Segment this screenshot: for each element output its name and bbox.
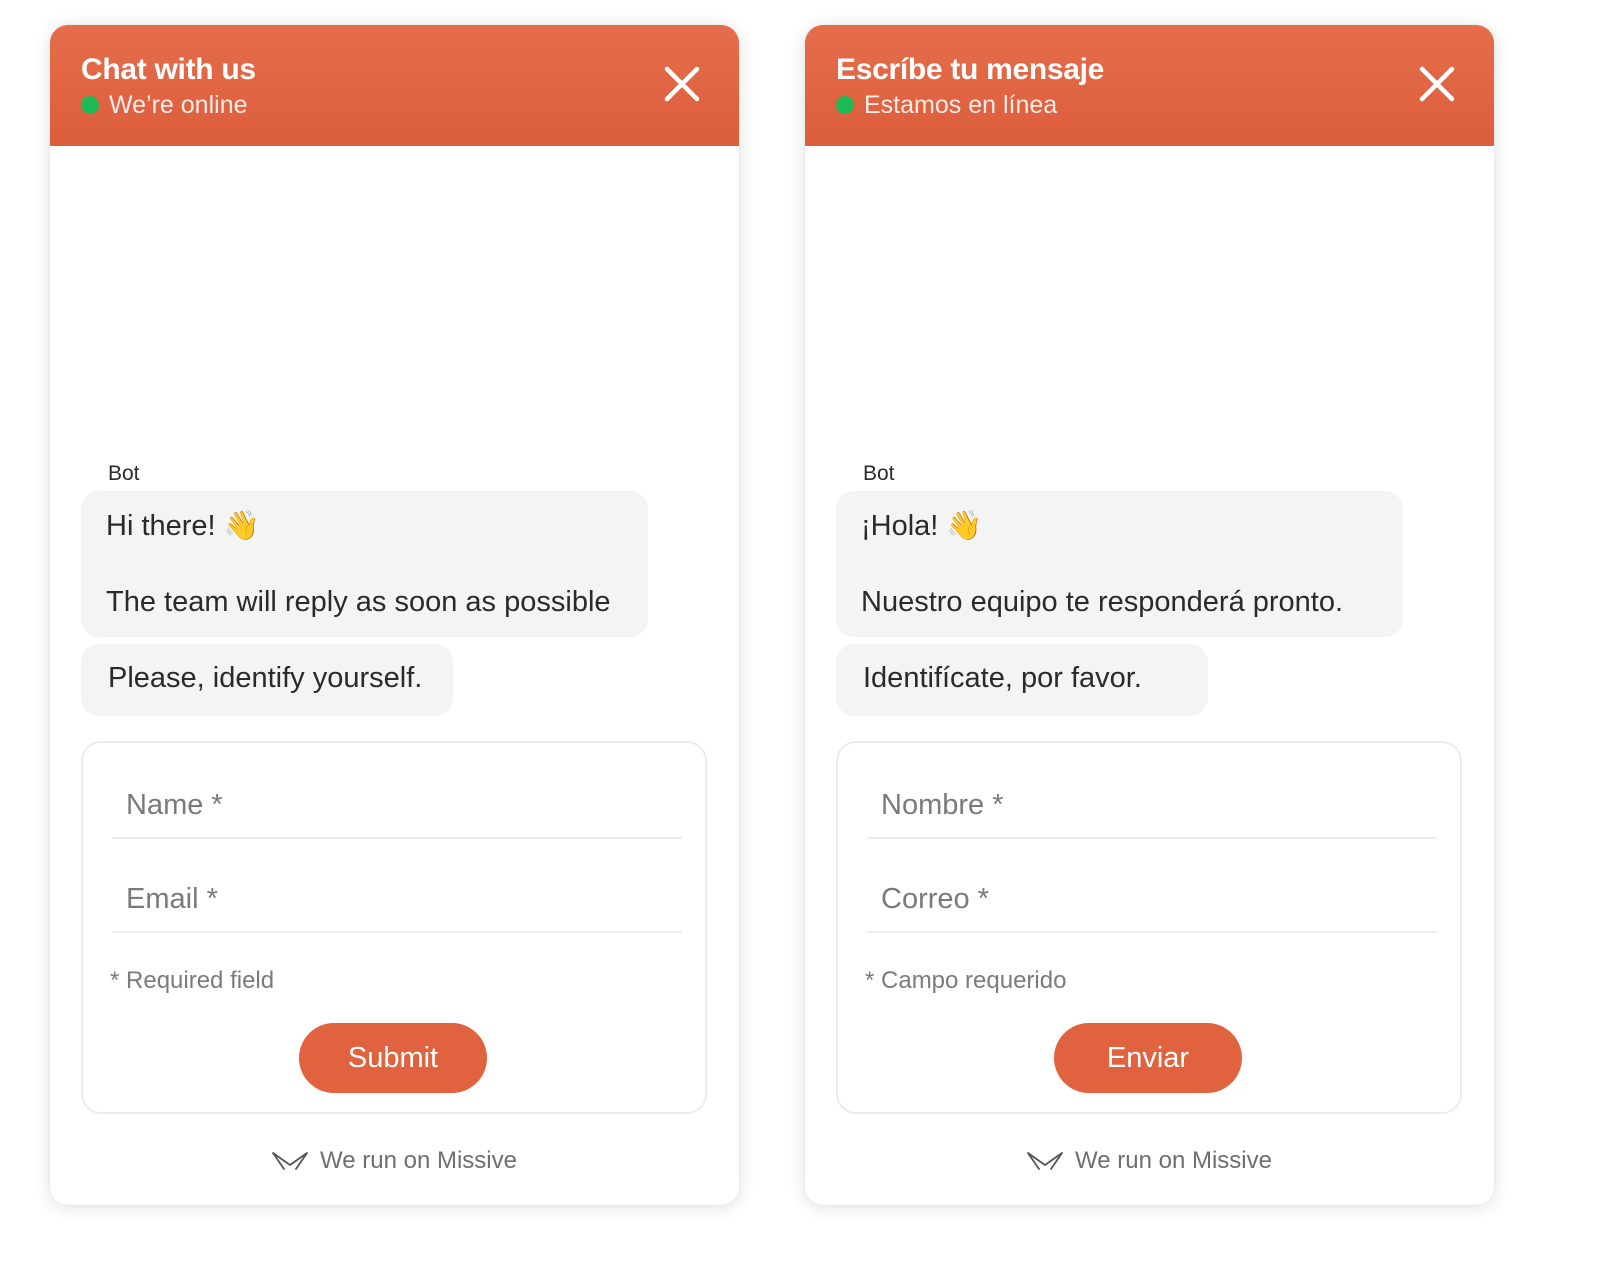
- greeting-text: ¡Hola! 👋: [861, 510, 983, 542]
- required-field-note: * Required field: [110, 967, 275, 994]
- online-status-dot: [836, 96, 854, 114]
- identify-prompt-text: Identifícate, por favor.: [863, 662, 1142, 694]
- chat-header: Escríbe tu mensaje Estamos en línea: [805, 25, 1494, 146]
- missive-logo-icon: [1027, 1152, 1063, 1170]
- email-field-wrapper: [867, 863, 1437, 933]
- email-input[interactable]: [112, 863, 682, 931]
- submit-button[interactable]: Submit: [299, 1023, 487, 1093]
- email-field-wrapper: [112, 863, 682, 933]
- submit-button[interactable]: Enviar: [1054, 1023, 1242, 1093]
- message-author: Bot: [863, 462, 895, 485]
- close-icon: [1419, 66, 1455, 102]
- identify-prompt-text: Please, identify yourself.: [108, 662, 423, 694]
- close-button[interactable]: [663, 65, 701, 103]
- powered-by-text: We run on Missive: [1075, 1147, 1272, 1174]
- bot-message-bubble: ¡Hola! 👋 Nuestro equipo te responderá pr…: [836, 491, 1403, 637]
- email-input[interactable]: [867, 863, 1437, 931]
- chat-title: Chat with us: [81, 53, 256, 86]
- name-input[interactable]: [112, 769, 682, 837]
- name-field-wrapper: [867, 769, 1437, 839]
- name-input[interactable]: [867, 769, 1437, 837]
- online-status-text: We’re online: [109, 91, 248, 119]
- required-field-note: * Campo requerido: [865, 967, 1067, 994]
- reply-info-text: Nuestro equipo te responderá pronto.: [861, 586, 1344, 618]
- close-icon: [664, 66, 700, 102]
- close-button[interactable]: [1418, 65, 1456, 103]
- powered-by-link[interactable]: We run on Missive: [50, 1143, 739, 1179]
- chat-widget-spanish: Escríbe tu mensaje Estamos en línea Bot …: [805, 25, 1494, 1205]
- missive-logo-icon: [272, 1152, 308, 1170]
- chat-header: Chat with us We’re online: [50, 25, 739, 146]
- identify-form: * Required field Submit: [81, 741, 707, 1114]
- online-status-dot: [81, 96, 99, 114]
- greeting-text: Hi there! 👋: [106, 510, 260, 542]
- powered-by-text: We run on Missive: [320, 1147, 517, 1174]
- online-status-text: Estamos en línea: [864, 91, 1058, 119]
- chat-widget-english: Chat with us We’re online Bot Hi there! …: [50, 25, 739, 1205]
- bot-prompt-bubble: Please, identify yourself.: [81, 644, 453, 716]
- name-field-wrapper: [112, 769, 682, 839]
- reply-info-text: The team will reply as soon as possible: [106, 586, 611, 618]
- chat-title: Escríbe tu mensaje: [836, 53, 1105, 86]
- powered-by-link[interactable]: We run on Missive: [805, 1143, 1494, 1179]
- bot-prompt-bubble: Identifícate, por favor.: [836, 644, 1208, 716]
- identify-form: * Campo requerido Enviar: [836, 741, 1462, 1114]
- message-author: Bot: [108, 462, 140, 485]
- bot-message-bubble: Hi there! 👋 The team will reply as soon …: [81, 491, 648, 637]
